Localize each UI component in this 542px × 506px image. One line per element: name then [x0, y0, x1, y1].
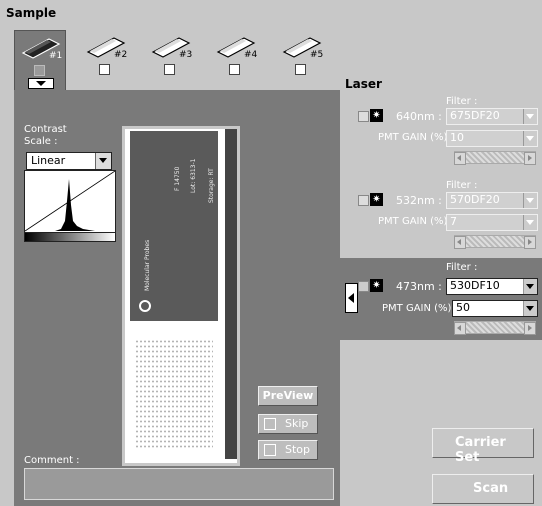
stop-label: Stop [285, 443, 311, 456]
scale-select[interactable]: Linear [26, 152, 112, 170]
label-print: F 14750 [174, 166, 181, 191]
slider-left-icon[interactable] [454, 236, 466, 249]
tab-checkbox[interactable] [99, 64, 110, 75]
scan-label: Scan [473, 481, 509, 496]
tab-label: #3 [179, 50, 193, 60]
scale-label: Scale : [24, 136, 58, 147]
slider-left-icon[interactable] [454, 152, 466, 165]
tab-label: #4 [244, 50, 258, 60]
laser-star-icon: ✷ [370, 193, 383, 206]
filter-select[interactable]: 675DF20 [446, 108, 538, 125]
laser-channel-532: Filter : ✷ 532nm : 570DF20 PMT GAIN (%) … [350, 180, 542, 250]
pmt-gain-select[interactable]: 7 [446, 214, 538, 231]
filter-value: 530DF10 [450, 279, 500, 292]
wavelength-label: 532nm : [396, 194, 442, 207]
pmt-gain-select[interactable]: 10 [446, 130, 538, 147]
chevron-down-icon[interactable] [523, 215, 537, 230]
preview-button[interactable]: PreView [258, 386, 318, 406]
laser-title: Laser [345, 77, 382, 91]
histogram-curve [24, 170, 116, 232]
slide-preview: F 14750 Lot: 6313-1 Molecular Probes Sto… [122, 126, 240, 466]
tab-checkbox[interactable] [229, 64, 240, 75]
tab-label: #1 [49, 51, 63, 61]
chevron-down-icon[interactable] [95, 153, 111, 169]
chevron-down-icon[interactable] [523, 131, 537, 146]
comment-label: Comment : [24, 455, 80, 466]
pmt-gain-slider[interactable] [454, 151, 536, 165]
tab-sample-4[interactable]: #4 [210, 30, 260, 90]
channel-select-arrow[interactable] [345, 283, 358, 313]
laser-checkbox[interactable] [358, 281, 369, 292]
laser-channel-640: Filter : ✷ 640nm : 675DF20 PMT GAIN (%) … [350, 96, 542, 166]
sample-title: Sample [6, 6, 57, 20]
label-print: Storage: RT [208, 168, 215, 203]
tab-checkbox[interactable] [34, 65, 45, 76]
pmt-gain-value: 50 [456, 301, 470, 314]
filter-value: 675DF20 [450, 109, 500, 122]
wavelength-label: 473nm : [396, 280, 442, 293]
tab-sample-5[interactable]: #5 [276, 30, 326, 90]
label-print: Lot: 6313-1 [190, 158, 197, 193]
intensity-gradient-bar [24, 232, 116, 242]
label-print: Molecular Probes [144, 239, 151, 291]
slider-left-icon[interactable] [454, 322, 466, 335]
stop-icon [264, 444, 276, 456]
tab-checkbox[interactable] [295, 64, 306, 75]
filter-select[interactable]: 530DF10 [446, 278, 538, 295]
pmt-gain-label: PMT GAIN (%) : [378, 216, 454, 227]
tab-label: #5 [310, 50, 324, 60]
wavelength-label: 640nm : [396, 110, 442, 123]
pmt-gain-value: 7 [450, 215, 457, 228]
laser-star-icon: ✷ [370, 109, 383, 122]
slider-right-icon[interactable] [524, 322, 536, 335]
skip-icon [264, 418, 276, 430]
contrast-scale-label: Contrast Scale : [24, 124, 67, 148]
pmt-gain-label: PMT GAIN (%) : [378, 132, 454, 143]
filter-label: Filter : [446, 96, 478, 107]
slider-right-icon[interactable] [524, 152, 536, 165]
tab-label: #2 [114, 50, 128, 60]
slide-sample-area [135, 339, 213, 449]
tab-checkbox[interactable] [164, 64, 175, 75]
pmt-gain-select[interactable]: 50 [452, 300, 538, 317]
tab-sample-3[interactable]: #3 [145, 30, 195, 90]
laser-star-icon: ✷ [370, 279, 383, 292]
slide-edge-bar [225, 129, 237, 459]
chevron-down-icon[interactable] [523, 301, 537, 316]
pmt-gain-slider[interactable] [454, 235, 536, 249]
carrier-set-button[interactable]: Carrier Set [432, 428, 534, 465]
scale-select-value: Linear [31, 154, 66, 167]
contrast-label: Contrast [24, 124, 67, 135]
scan-button[interactable]: Scan [432, 474, 534, 504]
filter-select[interactable]: 570DF20 [446, 192, 538, 209]
logo-icon [139, 300, 151, 312]
chevron-down-icon[interactable] [523, 279, 537, 294]
pmt-gain-slider[interactable] [454, 321, 536, 335]
slider-right-icon[interactable] [524, 236, 536, 249]
filter-label: Filter : [446, 180, 478, 191]
slide-label-region: F 14750 Lot: 6313-1 Molecular Probes Sto… [130, 131, 218, 321]
chevron-down-icon[interactable] [523, 193, 537, 208]
laser-checkbox[interactable] [358, 195, 369, 206]
laser-channel-473: Filter : ✷ 473nm : 530DF10 PMT GAIN (%) … [340, 258, 542, 340]
tab-sample-2[interactable]: #2 [80, 30, 130, 90]
filter-label: Filter : [446, 262, 478, 273]
filter-value: 570DF20 [450, 193, 500, 206]
chevron-down-icon[interactable] [523, 109, 537, 124]
tab-dropdown-arrow[interactable] [28, 78, 54, 89]
skip-label: Skip [285, 417, 309, 430]
comment-input[interactable] [24, 468, 334, 500]
skip-button[interactable]: Skip [258, 414, 318, 434]
tab-sample-1[interactable]: #1 [14, 30, 66, 91]
carrier-set-label: Carrier Set [455, 435, 506, 465]
stop-button[interactable]: Stop [258, 440, 318, 460]
laser-checkbox[interactable] [358, 111, 369, 122]
pmt-gain-value: 10 [450, 131, 464, 144]
sample-tabstrip: #1 #2 #3 #4 #5 [14, 30, 344, 91]
pmt-gain-label: PMT GAIN (%) : [382, 303, 458, 314]
